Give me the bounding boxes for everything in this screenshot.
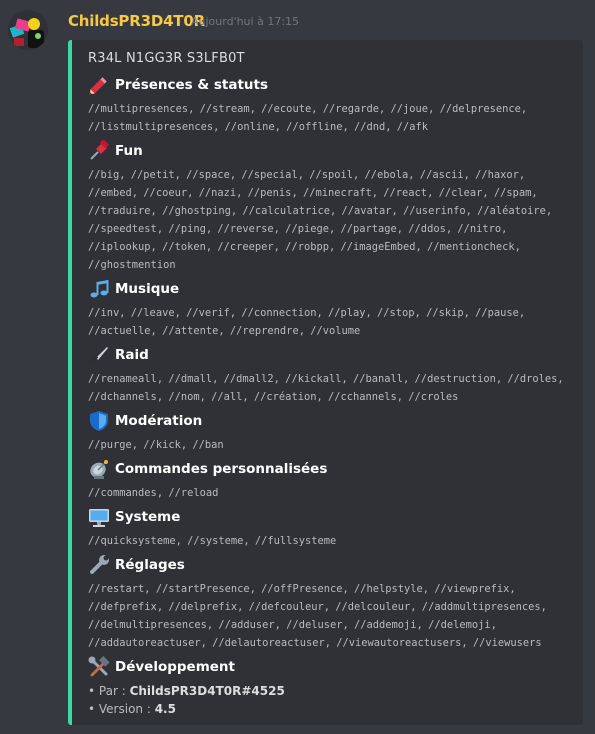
section-commands: //renameall, //dmall, //dmall2, //kickal… (88, 373, 564, 403)
section-moderation: Modération //purge, //kick, //ban (88, 410, 573, 454)
section-name: Systeme (115, 509, 181, 525)
hammer-and-wrench-icon (88, 656, 110, 678)
section-fun: Fun //big, //petit, //space, //special, … (88, 139, 573, 274)
section-name: Modération (115, 413, 203, 429)
section-commandes-personnalisees: Commandes personnalisées //commandes, //… (88, 458, 573, 502)
author-label: • Par : (88, 684, 130, 698)
pushpin-icon (88, 139, 110, 162)
section-developpement: Développement (88, 656, 235, 678)
section-name: Réglages (115, 557, 185, 573)
timestamp: Aujourd'hui à 17:15 (191, 15, 300, 28)
knife-icon (88, 344, 110, 366)
section-name: Musique (115, 281, 180, 297)
avatar[interactable] (8, 10, 48, 50)
username[interactable]: ChildsPR3D4T0R (68, 12, 205, 30)
embed-title: R34L N1GG3R S3LFB0T (88, 51, 245, 66)
section-commands: //inv, //leave, //verif, //connection, /… (88, 307, 526, 337)
section-reglages: Réglages //restart, //startPresence, //o… (88, 554, 573, 652)
pencil-icon (88, 74, 110, 96)
section-commands: //big, //petit, //space, //special, //sp… (88, 169, 553, 271)
section-commands: //commandes, //reload (88, 487, 219, 499)
section-systeme: Systeme //quicksysteme, //systeme, //ful… (88, 506, 573, 550)
avatar-image (8, 10, 48, 50)
shield-icon (88, 410, 110, 432)
section-raid: Raid //renameall, //dmall, //dmall2, //k… (88, 344, 573, 406)
section-presences: Présences & statuts //multipresences, //… (88, 74, 573, 136)
version-value: 4.5 (154, 702, 176, 716)
version-label: • Version : (88, 702, 155, 716)
version-line: • Version : 4.5 (88, 702, 176, 716)
section-name: Présences & statuts (115, 77, 269, 93)
section-name: Commandes personnalisées (115, 461, 328, 477)
author-line: • Par : ChildsPR3D4T0R#4525 (88, 684, 285, 698)
chat-message: ChildsPR3D4T0R Aujourd'hui à 17:15 R34L … (0, 0, 595, 734)
section-name: Fun (115, 143, 143, 159)
musical-notes-icon (88, 278, 110, 300)
section-musique: Musique //inv, //leave, //verif, //conne… (88, 278, 573, 340)
satellite-icon (88, 458, 110, 480)
author-tag: ChildsPR3D4T0R#4525 (129, 684, 285, 698)
section-commands: //quicksysteme, //systeme, //fullsysteme (88, 535, 337, 547)
section-name: Raid (115, 347, 149, 363)
section-commands: //restart, //startPresence, //offPresenc… (88, 583, 547, 649)
section-commands: //multipresences, //stream, //ecoute, //… (88, 103, 528, 133)
embed: R34L N1GG3R S3LFB0T Présences & statuts (68, 40, 583, 725)
section-commands: //purge, //kick, //ban (88, 439, 224, 451)
section-name: Développement (115, 659, 235, 675)
wrench-icon (88, 554, 110, 576)
computer-icon (88, 506, 110, 528)
